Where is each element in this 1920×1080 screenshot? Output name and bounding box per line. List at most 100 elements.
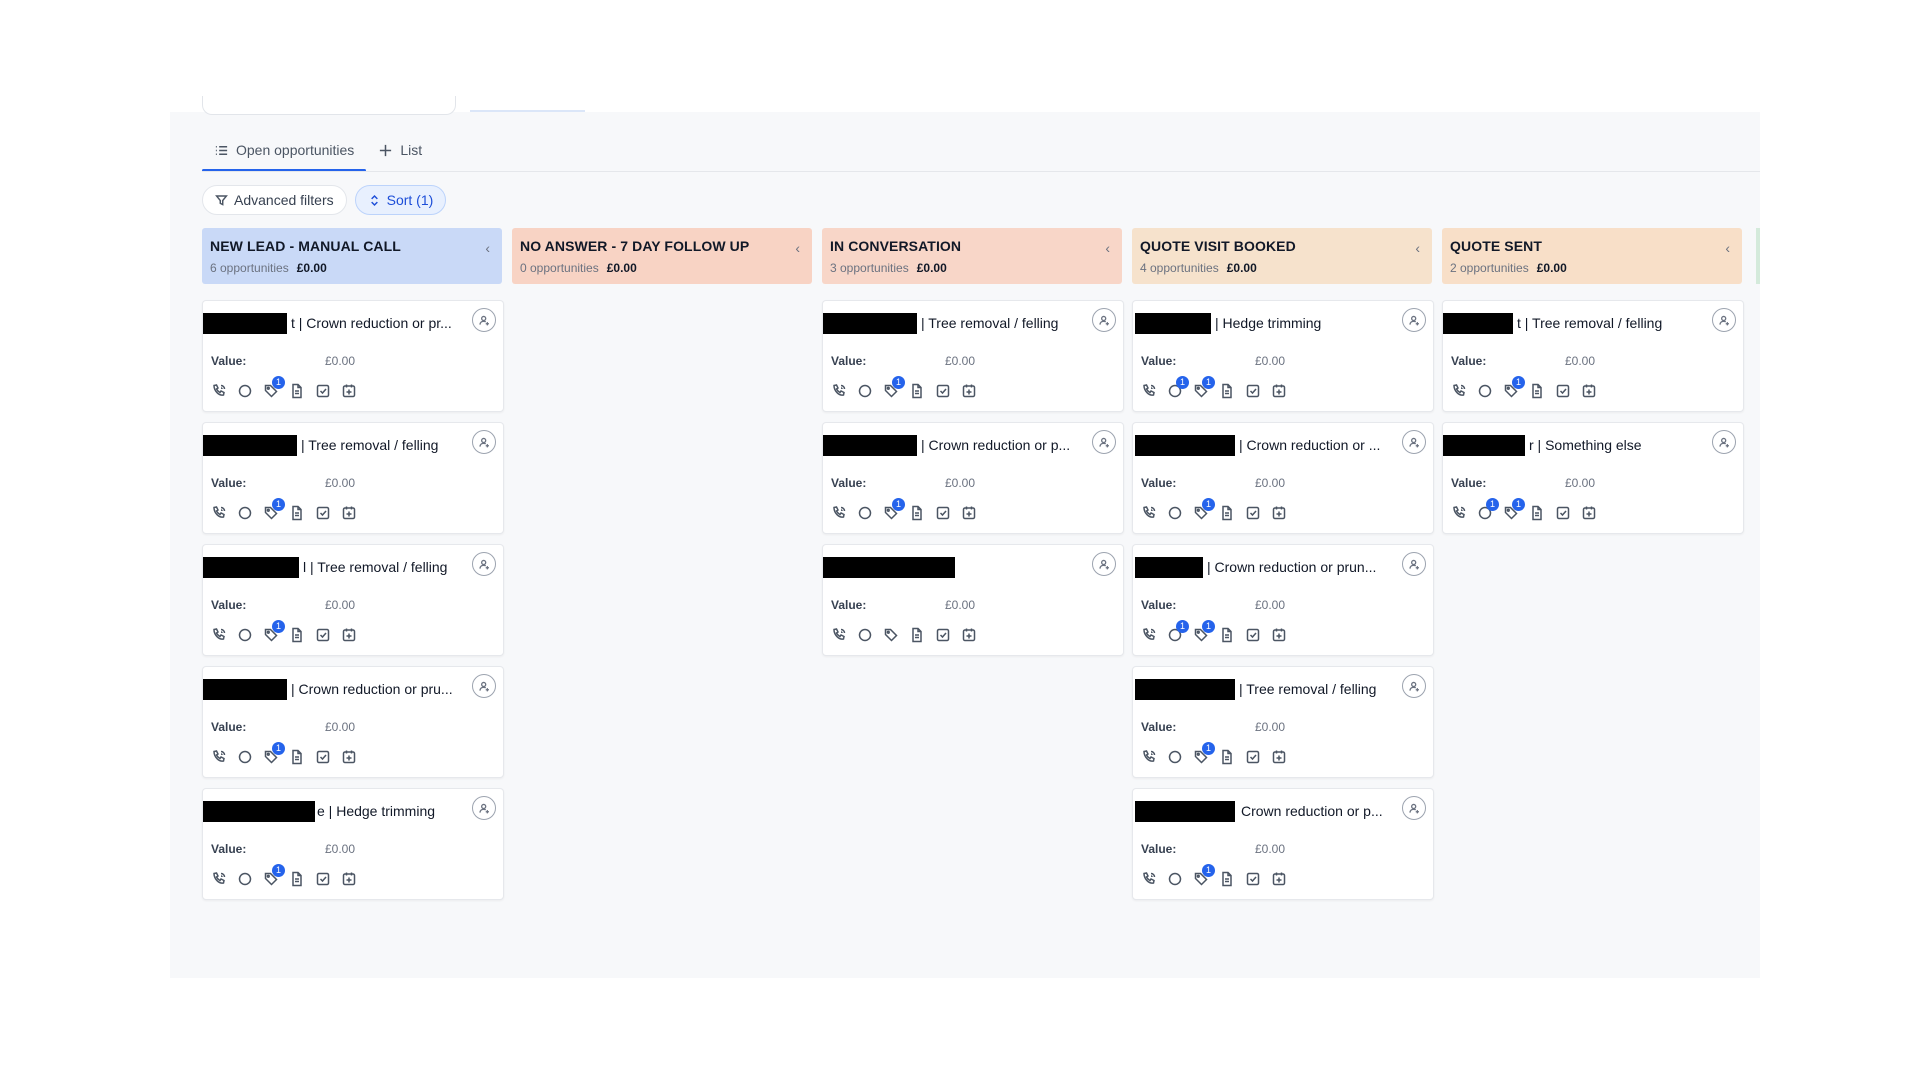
phone-icon[interactable]: [1451, 383, 1467, 399]
opportunity-card[interactable]: r | Something else Value: £0.00 1 1: [1442, 422, 1744, 534]
document-icon[interactable]: [909, 383, 925, 399]
opportunity-card[interactable]: | Tree removal / felling Value: £0.00 1: [822, 300, 1124, 412]
phone-icon[interactable]: [1141, 383, 1157, 399]
assign-user-button[interactable]: [1402, 308, 1426, 332]
document-icon[interactable]: [1219, 627, 1235, 643]
document-icon[interactable]: [1219, 505, 1235, 521]
phone-icon[interactable]: [1141, 749, 1157, 765]
phone-icon[interactable]: [211, 383, 227, 399]
chat-icon[interactable]: [1167, 871, 1183, 887]
task-icon[interactable]: [935, 383, 951, 399]
opportunity-card[interactable]: | Crown reduction or prun... Value: £0.00 1…: [1132, 544, 1434, 656]
calendar-add-icon[interactable]: [1271, 383, 1287, 399]
phone-icon[interactable]: [211, 627, 227, 643]
assign-user-button[interactable]: [1092, 552, 1116, 576]
chat-icon[interactable]: [1167, 749, 1183, 765]
assign-user-button[interactable]: [1402, 430, 1426, 454]
chat-icon[interactable]: 1: [1167, 620, 1189, 643]
assign-user-button[interactable]: [472, 796, 496, 820]
calendar-add-icon[interactable]: [341, 871, 357, 887]
tag-icon[interactable]: 1: [263, 864, 285, 887]
phone-icon[interactable]: [831, 505, 847, 521]
chat-icon[interactable]: 1: [1167, 376, 1189, 399]
chat-icon[interactable]: [237, 871, 253, 887]
opportunity-card[interactable]: | Crown reduction or pru... Value: £0.00 1: [202, 666, 504, 778]
phone-icon[interactable]: [831, 627, 847, 643]
assign-user-button[interactable]: [472, 430, 496, 454]
document-icon[interactable]: [1219, 871, 1235, 887]
chat-icon[interactable]: [237, 505, 253, 521]
chat-icon[interactable]: [237, 383, 253, 399]
opportunity-card[interactable]: Crown reduction or p... Value: £0.00 1: [1132, 788, 1434, 900]
task-icon[interactable]: [1555, 383, 1571, 399]
calendar-add-icon[interactable]: [961, 383, 977, 399]
task-icon[interactable]: [1245, 627, 1261, 643]
phone-icon[interactable]: [1141, 627, 1157, 643]
calendar-add-icon[interactable]: [1271, 627, 1287, 643]
assign-user-button[interactable]: [472, 552, 496, 576]
tag-icon[interactable]: 1: [1503, 498, 1525, 521]
document-icon[interactable]: [289, 505, 305, 521]
task-icon[interactable]: [1245, 505, 1261, 521]
phone-icon[interactable]: [1141, 505, 1157, 521]
phone-icon[interactable]: [211, 505, 227, 521]
phone-icon[interactable]: [211, 749, 227, 765]
document-icon[interactable]: [909, 627, 925, 643]
assign-user-button[interactable]: [1092, 308, 1116, 332]
opportunity-card[interactable]: | Hedge trimming Value: £0.00 1 1: [1132, 300, 1434, 412]
task-icon[interactable]: [935, 627, 951, 643]
document-icon[interactable]: [289, 871, 305, 887]
collapse-chevron-icon[interactable]: ‹: [1415, 240, 1420, 256]
collapse-chevron-icon[interactable]: ‹: [1725, 240, 1730, 256]
phone-icon[interactable]: [1141, 871, 1157, 887]
task-icon[interactable]: [315, 505, 331, 521]
opportunity-card[interactable]: | Crown reduction or ... Value: £0.00 1: [1132, 422, 1434, 534]
collapse-chevron-icon[interactable]: ‹: [485, 240, 490, 256]
tab-open-opportunities[interactable]: Open opportunities: [202, 138, 367, 172]
calendar-add-icon[interactable]: [341, 383, 357, 399]
calendar-add-icon[interactable]: [341, 627, 357, 643]
assign-user-button[interactable]: [472, 308, 496, 332]
calendar-add-icon[interactable]: [1271, 871, 1287, 887]
chat-icon[interactable]: [857, 383, 873, 399]
chat-icon[interactable]: [237, 749, 253, 765]
task-icon[interactable]: [1245, 749, 1261, 765]
calendar-add-icon[interactable]: [1271, 505, 1287, 521]
sort-button[interactable]: Sort (1): [354, 185, 447, 215]
assign-user-button[interactable]: [1402, 796, 1426, 820]
document-icon[interactable]: [289, 749, 305, 765]
column-header[interactable]: NO ANSWER - 7 DAY FOLLOW UP 0 opportuniti…: [512, 228, 812, 284]
assign-user-button[interactable]: [1402, 674, 1426, 698]
advanced-filters-button[interactable]: Advanced filters: [202, 185, 347, 215]
collapse-chevron-icon[interactable]: ‹: [1105, 240, 1110, 256]
assign-user-button[interactable]: [472, 674, 496, 698]
tag-icon[interactable]: 1: [1193, 498, 1215, 521]
assign-user-button[interactable]: [1402, 552, 1426, 576]
task-icon[interactable]: [315, 749, 331, 765]
chat-icon[interactable]: [1477, 383, 1493, 399]
document-icon[interactable]: [289, 383, 305, 399]
collapse-chevron-icon[interactable]: ‹: [795, 240, 800, 256]
task-icon[interactable]: [1555, 505, 1571, 521]
tag-icon[interactable]: 1: [1193, 620, 1215, 643]
calendar-add-icon[interactable]: [1581, 505, 1597, 521]
tab-add-list[interactable]: List: [366, 138, 434, 172]
phone-icon[interactable]: [1451, 505, 1467, 521]
opportunity-card[interactable]: l | Tree removal / felling Value: £0.00 1: [202, 544, 504, 656]
calendar-add-icon[interactable]: [961, 505, 977, 521]
task-icon[interactable]: [315, 627, 331, 643]
pipeline-selector-stub[interactable]: [202, 96, 456, 115]
tag-icon[interactable]: [883, 627, 899, 643]
column-header[interactable]: QUOTE VISIT BOOKED 4 opportunities £0.00 ‹: [1132, 228, 1432, 284]
phone-icon[interactable]: [211, 871, 227, 887]
assign-user-button[interactable]: [1712, 430, 1736, 454]
chat-icon[interactable]: [857, 505, 873, 521]
column-header[interactable]: QUOTE SENT 2 opportunities £0.00 ‹: [1442, 228, 1742, 284]
document-icon[interactable]: [1529, 383, 1545, 399]
tag-icon[interactable]: 1: [263, 620, 285, 643]
column-header[interactable]: NEW LEAD - MANUAL CALL 6 opportunities £0.…: [202, 228, 502, 284]
document-icon[interactable]: [289, 627, 305, 643]
chat-icon[interactable]: [237, 627, 253, 643]
task-icon[interactable]: [315, 871, 331, 887]
chat-icon[interactable]: [1167, 505, 1183, 521]
